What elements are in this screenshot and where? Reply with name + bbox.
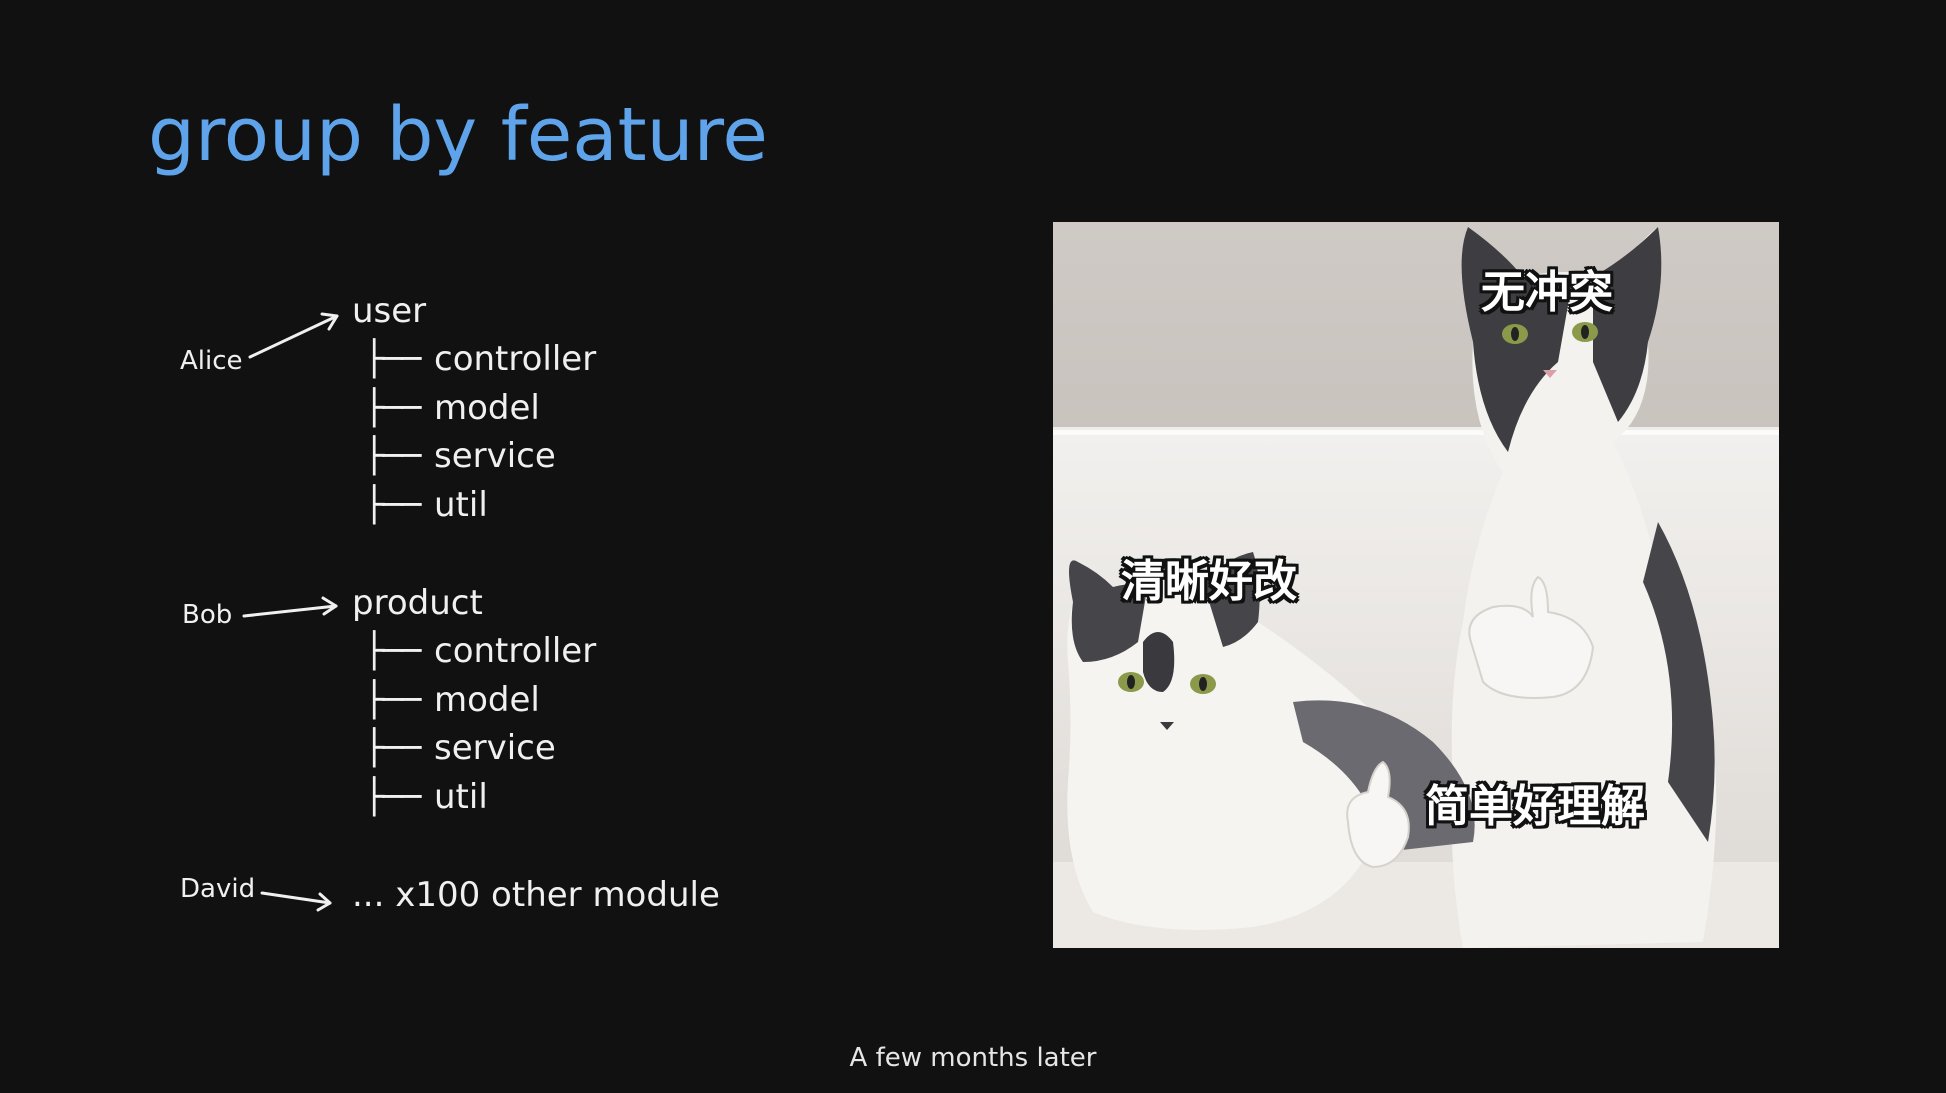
tree-item: ├── controller [364, 342, 596, 376]
tree-item-label: util [434, 485, 488, 525]
slide-title: group by feature [148, 92, 768, 178]
tree-item-label: model [434, 388, 540, 428]
owner-label-alice: Alice [180, 346, 243, 376]
tree-root-product: product [352, 583, 483, 623]
slide: group by feature Alice user ├── controlle… [0, 0, 1946, 1093]
tree-root-user: user [352, 291, 427, 331]
tree-item: ├── model [364, 391, 540, 425]
tree-item: ├── util [364, 780, 488, 814]
tree-branch-glyph: ├── [364, 485, 421, 525]
tree-branch-glyph: ├── [364, 777, 421, 817]
tree-item-label: service [434, 436, 556, 476]
owner-label-david: David [180, 874, 256, 904]
arrow-icon [242, 596, 338, 618]
tree-root-other-modules: ... x100 other module [352, 875, 720, 915]
arrow-icon [260, 891, 332, 912]
tree-branch-glyph: ├── [364, 680, 421, 720]
tree-item: ├── controller [364, 634, 596, 668]
meme-caption-clear-easy-to-change: 清晰好改 [1121, 556, 1297, 607]
tree-item-label: service [434, 728, 556, 768]
meme-caption-simple-easy-to-understand: 简单好理解 [1425, 781, 1645, 832]
cat-meme-image: 无冲突 清晰好改 简单好理解 [1053, 222, 1779, 948]
tree-item: ├── util [364, 488, 488, 522]
tree-item: ├── service [364, 731, 556, 765]
tree-item-label: controller [434, 631, 597, 671]
meme-caption-no-conflict: 无冲突 [1481, 267, 1613, 318]
slide-footer-caption: A few months later [849, 1043, 1097, 1073]
tree-item-label: controller [434, 339, 597, 379]
tree-item: ├── service [364, 439, 556, 473]
arrow-icon [248, 312, 339, 359]
tree-item: ├── model [364, 683, 540, 717]
tree-item-label: model [434, 680, 540, 720]
tree-item-label: util [434, 777, 488, 817]
tree-branch-glyph: ├── [364, 436, 421, 476]
owner-label-bob: Bob [182, 600, 233, 630]
tree-branch-glyph: ├── [364, 631, 421, 671]
tree-branch-glyph: ├── [364, 728, 421, 768]
tree-branch-glyph: ├── [364, 339, 421, 379]
tree-branch-glyph: ├── [364, 388, 421, 428]
